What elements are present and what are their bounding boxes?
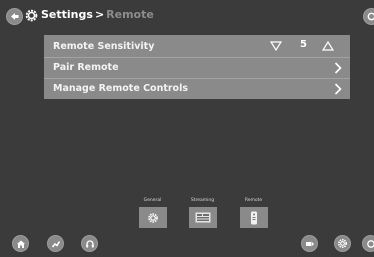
chevron-right-icon [334,83,342,95]
chevron-right-icon [334,62,342,74]
power-icon [366,239,374,248]
breadcrumb-separator: > [94,8,105,21]
streaming-icon [195,212,210,223]
remote-icon [250,211,257,224]
tab-label: Remote [244,198,263,203]
menu-item-label: Manage Remote Controls [53,83,188,94]
chart-button[interactable] [47,235,64,252]
breadcrumb-root[interactable]: Settings [41,8,93,21]
settings-button[interactable] [334,235,351,252]
menu-item-manage-remote-controls[interactable]: Manage Remote Controls [44,78,350,98]
tab-icon-box [188,207,217,228]
chart-icon [51,240,60,248]
decrease-triangle-icon[interactable] [270,40,282,52]
breadcrumb: Settings > Remote [41,7,154,23]
home-icon [16,240,25,248]
sensitivity-value: 5 [300,39,307,50]
header-corner-button[interactable] [363,8,374,25]
circle-icon [367,12,374,21]
tab-general[interactable]: General [136,197,169,231]
gear-icon [147,212,158,223]
gear-icon [338,239,347,248]
menu-item-remote-sensitivity[interactable]: Remote Sensitivity 5 [44,36,350,56]
settings-screen: Settings > Remote Remote Sensitivity 5 Pai… [0,0,374,257]
power-button[interactable] [362,235,374,252]
breadcrumb-current: Remote [106,8,154,21]
sensitivity-stepper[interactable]: 5 [270,36,350,56]
tab-icon-box [239,207,268,228]
home-button[interactable] [12,235,29,252]
increase-triangle-icon[interactable] [322,40,334,52]
tab-icon-box [138,207,167,228]
back-arrow-icon [11,13,19,20]
input-button[interactable] [301,235,318,252]
back-button[interactable] [6,8,23,25]
gear-icon [25,9,38,22]
tab-label: Streaming [190,198,215,203]
menu-panel: Remote Sensitivity 5 Pair Remote Manage … [44,35,350,99]
tab-remote[interactable]: Remote [237,197,270,231]
headset-icon [85,239,94,247]
tab-label: General [143,198,162,203]
menu-item-pair-remote[interactable]: Pair Remote [44,57,350,77]
headset-button[interactable] [81,235,98,252]
input-icon [305,241,314,246]
tab-streaming[interactable]: Streaming [186,197,219,231]
menu-item-label: Pair Remote [53,62,119,73]
